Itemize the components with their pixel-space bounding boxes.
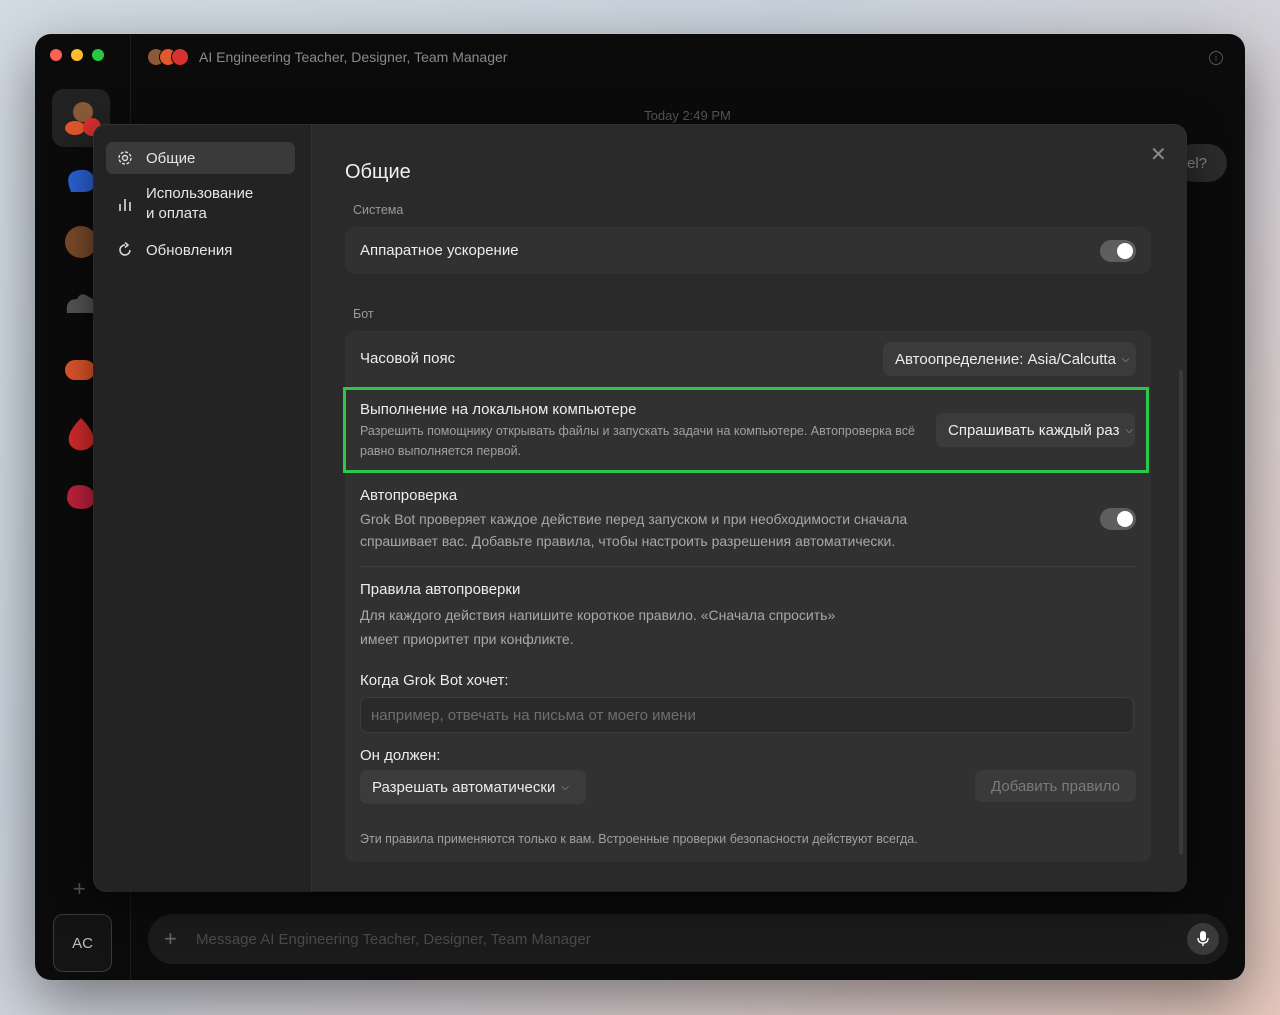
new-chat-plus-icon[interactable]: +	[73, 876, 86, 902]
add-rule-button[interactable]: Добавить правило	[975, 770, 1136, 802]
nav-general[interactable]: Общие	[106, 142, 295, 174]
bot-avatar-crimson-icon[interactable]	[63, 479, 97, 513]
close-icon[interactable]: ✕	[1150, 142, 1167, 167]
nav-updates[interactable]: Обновления	[106, 234, 295, 266]
autocheck-description: Grok Bot проверяет каждое действие перед…	[360, 511, 908, 549]
chat-title: AI Engineering Teacher, Designer, Team M…	[199, 49, 508, 65]
settings-content: Общие Система Аппаратное ускорение Бот Ч…	[343, 125, 1151, 891]
rule-when-placeholder: например, отвечать на письма от моего им…	[371, 706, 696, 724]
microphone-icon	[1197, 931, 1209, 946]
nav-updates-label: Обновления	[146, 241, 233, 259]
timezone-select[interactable]: Автоопределение: Asia/Calcutta ⌵	[883, 342, 1136, 376]
rules-footer-note: Эти правила применяются только к вам. Вс…	[360, 832, 918, 846]
chat-header: AI Engineering Teacher, Designer, Team M…	[147, 48, 507, 66]
bot-avatar-gray-icon[interactable]	[63, 287, 97, 321]
gear-icon	[116, 150, 134, 166]
bot-avatar-orange-icon[interactable]	[63, 352, 97, 386]
attach-plus-icon[interactable]: +	[164, 926, 182, 952]
rule-action-select[interactable]: Разрешать автоматически ⌵	[360, 770, 586, 804]
page-title: Общие	[345, 161, 411, 183]
bot-avatar-blue-icon[interactable]	[63, 162, 97, 196]
hw-accel-toggle[interactable]	[1100, 240, 1136, 262]
microphone-button[interactable]	[1187, 923, 1219, 955]
rules-description: Для каждого действия напишите короткое п…	[360, 607, 836, 647]
system-card: Аппаратное ускорение	[345, 227, 1151, 274]
rule-action-value: Разрешать автоматически	[372, 778, 556, 796]
nav-general-label: Общие	[146, 149, 196, 167]
section-bot-label: Бот	[353, 307, 374, 321]
bar-chart-icon	[116, 196, 134, 212]
divider	[360, 566, 1136, 567]
settings-scrollbar[interactable]	[1179, 370, 1183, 855]
when-label: Когда Grok Bot хочет:	[360, 672, 509, 689]
group-avatars-icon	[147, 48, 189, 66]
message-timestamp: Today 2:49 PM	[644, 108, 731, 123]
settings-modal: Общие Использование и оплата Обновления …	[94, 125, 1186, 891]
timezone-value: Автоопределение: Asia/Calcutta	[895, 350, 1116, 368]
bot-avatar-brown-icon[interactable]	[63, 224, 97, 258]
nav-usage-billing[interactable]: Использование и оплата	[106, 183, 295, 225]
info-icon[interactable]: i	[1209, 51, 1223, 65]
section-system-label: Система	[353, 203, 404, 217]
refresh-icon	[116, 242, 134, 258]
settings-sidebar: Общие Использование и оплата Обновления	[94, 125, 312, 891]
user-avatar[interactable]: AC	[53, 914, 112, 972]
chevron-down-icon: ⌵	[561, 781, 569, 793]
local-exec-highlight	[343, 387, 1149, 473]
autocheck-toggle[interactable]	[1100, 508, 1136, 530]
rule-when-input[interactable]: например, отвечать на письма от моего им…	[360, 697, 1134, 733]
hw-accel-label: Аппаратное ускорение	[360, 242, 519, 259]
nav-usage-label: Использование и оплата	[146, 185, 254, 222]
bot-avatar-red-icon[interactable]	[63, 414, 97, 454]
autocheck-label: Автопроверка	[360, 487, 458, 504]
chevron-down-icon: ⌵	[1121, 353, 1130, 365]
timezone-label: Часовой пояс	[360, 350, 456, 367]
rules-title: Правила автопроверки	[360, 581, 521, 598]
message-composer[interactable]: + Message AI Engineering Teacher, Design…	[148, 914, 1228, 964]
should-label: Он должен:	[360, 747, 441, 764]
message-input[interactable]: Message AI Engineering Teacher, Designer…	[196, 931, 1187, 948]
